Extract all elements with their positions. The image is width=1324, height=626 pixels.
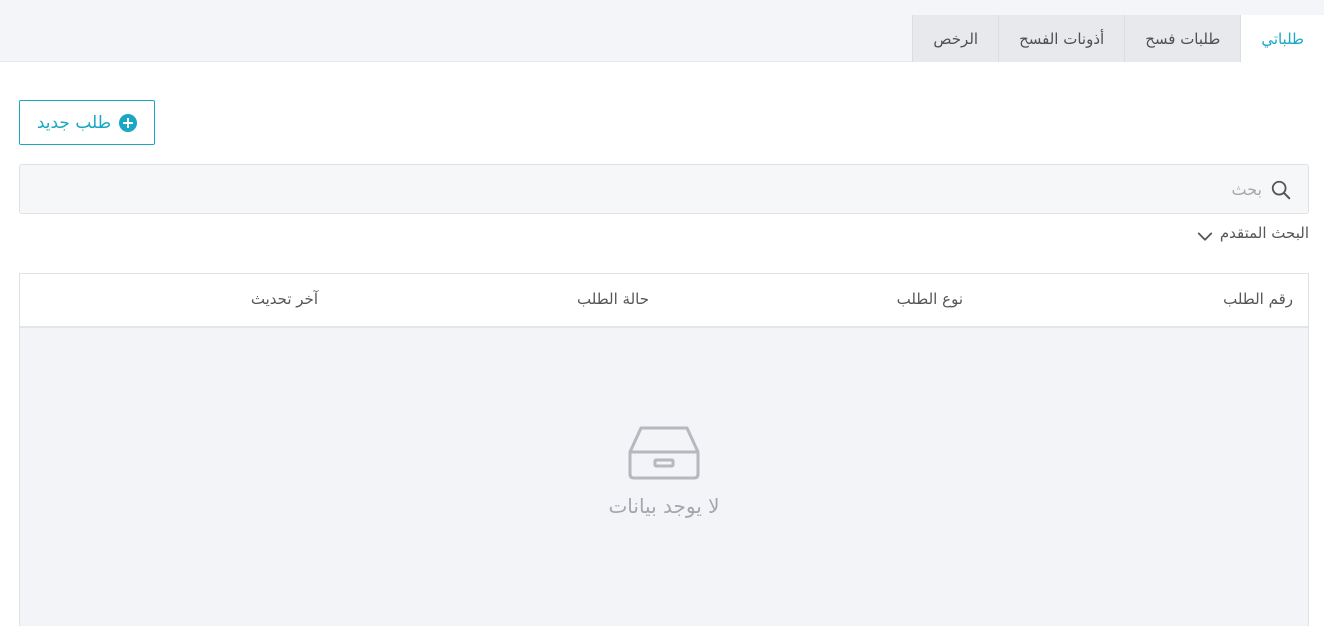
plus-circle-icon [119,113,138,132]
tabs: طلباتي طلبات فسح أذونات الفسح الرخص [912,15,1324,63]
column-header-last-update[interactable]: آخر تحديث [251,290,318,308]
tab-label: أذونات الفسح [1019,29,1105,48]
tab-label: الرخص [933,29,979,48]
tab-bar: طلباتي طلبات فسح أذونات الفسح الرخص [0,0,1324,63]
new-request-label: طلب جديد [36,112,112,133]
new-request-button[interactable]: طلب جديد [19,100,155,145]
tab-my-requests[interactable]: طلباتي [1241,15,1324,63]
advanced-search-label: البحث المتقدم [1219,224,1309,242]
tab-clearance-permits[interactable]: أذونات الفسح [999,15,1126,62]
search-box [19,164,1309,214]
tab-label: طلبات فسح [1145,29,1221,48]
chevron-down-icon [1197,232,1213,241]
table-header: رقم الطلب نوع الطلب حالة الطلب آخر تحديث [20,274,1308,328]
inbox-icon [628,426,700,480]
requests-table: رقم الطلب نوع الطلب حالة الطلب آخر تحديث… [19,273,1309,626]
column-header-request-number[interactable]: رقم الطلب [1223,290,1293,308]
advanced-search-toggle[interactable]: البحث المتقدم [1196,220,1309,246]
empty-state-text: لا يوجد بيانات [608,494,720,518]
empty-state: لا يوجد بيانات [20,424,1308,518]
column-header-request-status[interactable]: حالة الطلب [577,290,649,308]
page: طلباتي طلبات فسح أذونات الفسح الرخص طلب … [0,0,1324,626]
tab-clearance-requests[interactable]: طلبات فسح [1125,15,1242,62]
tab-label: طلباتي [1261,30,1304,48]
tab-licenses[interactable]: الرخص [912,15,1000,62]
search-input[interactable] [62,165,1262,213]
column-header-request-type[interactable]: نوع الطلب [897,290,963,308]
search-icon[interactable] [1270,179,1292,201]
